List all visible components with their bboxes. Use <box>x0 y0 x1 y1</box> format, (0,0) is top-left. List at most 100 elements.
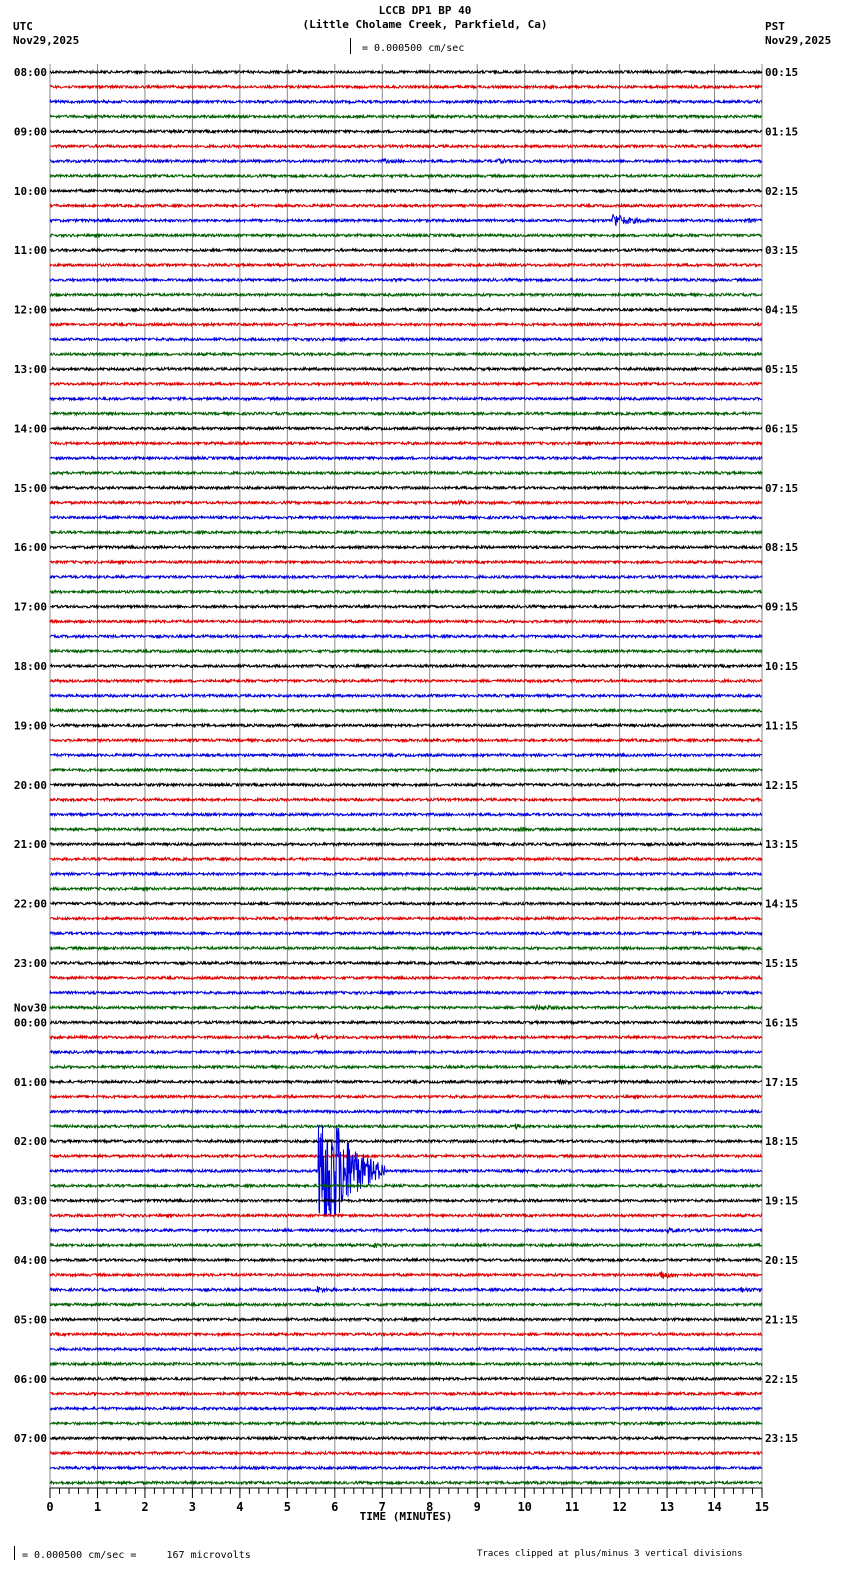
seismic-trace <box>49 1137 763 1145</box>
seismic-trace <box>49 1063 763 1071</box>
pst-hour-label: 01:15 <box>765 125 798 138</box>
seismic-trace <box>49 113 763 120</box>
pst-hour-label: 14:15 <box>765 898 798 911</box>
clip-note: Traces clipped at plus/minus 3 vertical … <box>477 1549 743 1559</box>
seismic-trace <box>49 1152 763 1160</box>
utc-hour-label: 19:00 <box>14 719 47 732</box>
seismic-trace <box>49 336 763 343</box>
seismic-trace <box>49 276 763 284</box>
seismic-trace <box>49 1449 763 1457</box>
seismic-trace <box>49 603 763 610</box>
seismic-trace <box>50 900 763 907</box>
seismic-trace <box>49 1435 763 1442</box>
pst-hour-label: 11:15 <box>765 719 798 732</box>
seismic-trace <box>49 425 763 432</box>
seismic-trace <box>49 1301 763 1308</box>
pst-hour-label: 16:15 <box>765 1016 798 1029</box>
seismic-trace <box>49 692 763 699</box>
footer-scale-bar-icon <box>14 1546 16 1560</box>
pst-hour-label: 04:15 <box>765 304 798 317</box>
seismic-trace <box>49 484 763 492</box>
seismic-trace <box>49 930 763 937</box>
utc-hour-label: 20:00 <box>14 779 47 792</box>
seismic-trace <box>49 261 763 269</box>
seismic-trace <box>49 647 763 655</box>
seismic-trace <box>49 737 763 744</box>
utc-hour-label: 17:00 <box>14 601 47 614</box>
pst-hour-label: 15:15 <box>765 957 798 970</box>
seismic-trace <box>49 573 763 581</box>
seismic-trace <box>49 944 763 952</box>
seismic-trace <box>49 618 763 625</box>
utc-hour-label: 16:00 <box>14 541 47 554</box>
seismic-trace <box>49 1078 763 1086</box>
seismic-trace <box>49 187 762 194</box>
seismic-trace <box>49 1241 763 1249</box>
seismic-trace <box>49 841 763 848</box>
seismic-trace <box>49 989 763 996</box>
seismic-trace <box>49 1256 763 1264</box>
seismic-trace <box>50 1405 763 1412</box>
seismic-trace <box>49 232 763 239</box>
pst-hour-label: 07:15 <box>765 482 798 495</box>
seismic-trace <box>49 350 763 358</box>
seismic-trace <box>49 915 763 922</box>
x-axis-label: TIME (MINUTES) <box>359 1510 453 1523</box>
utc-hour-label: 12:00 <box>14 304 47 317</box>
pst-hour-label: 00:15 <box>765 66 798 79</box>
seismic-trace <box>49 781 763 788</box>
seismic-trace <box>49 1226 763 1235</box>
seismic-trace <box>49 543 763 551</box>
seismic-trace <box>49 157 763 165</box>
seismic-trace <box>49 1032 763 1041</box>
utc-hour-label: 00:00 <box>14 1016 47 1029</box>
seismic-trace <box>49 885 763 892</box>
seismic-trace <box>49 974 763 982</box>
utc-hour-label: 21:00 <box>14 838 47 851</box>
seismic-trace <box>49 529 763 536</box>
utc-hour-label: 10:00 <box>14 185 47 198</box>
seismic-trace <box>49 83 762 90</box>
seismic-trace <box>49 98 763 105</box>
seismic-trace <box>49 1464 763 1472</box>
seismic-trace <box>49 1108 763 1115</box>
seismic-trace <box>49 1123 763 1130</box>
utc-hour-label: 13:00 <box>14 363 47 376</box>
utc-hour-label: 22:00 <box>14 898 47 911</box>
pst-hour-label: 20:15 <box>765 1254 798 1267</box>
pst-hour-label: 19:15 <box>765 1195 798 1208</box>
utc-hour-label: 23:00 <box>14 957 47 970</box>
pst-hour-label: 10:15 <box>765 660 798 673</box>
seismic-trace <box>49 1048 763 1056</box>
seismic-trace <box>50 870 763 878</box>
seismic-trace <box>49 514 763 521</box>
seismic-trace <box>49 766 763 774</box>
seismic-trace <box>49 1182 763 1189</box>
pst-hour-label: 03:15 <box>765 244 798 257</box>
pst-hour-label: 23:15 <box>765 1432 798 1445</box>
seismic-trace <box>49 1093 763 1100</box>
pst-hour-label: 05:15 <box>765 363 798 376</box>
seismic-trace <box>49 855 763 863</box>
seismic-trace <box>50 1390 763 1397</box>
pst-hour-label: 18:15 <box>765 1135 798 1148</box>
seismic-trace <box>49 722 763 729</box>
utc-hour-label: 11:00 <box>14 244 47 257</box>
seismic-trace <box>49 707 763 714</box>
utc-hour-label: 14:00 <box>14 422 47 435</box>
utc-hour-label: 08:00 <box>14 66 47 79</box>
seismic-trace <box>49 214 763 226</box>
seismic-trace <box>49 128 763 135</box>
seismic-trace <box>49 68 763 76</box>
seismic-trace <box>49 811 763 818</box>
seismic-trace <box>49 588 763 595</box>
seismic-trace <box>49 1420 763 1427</box>
seismic-trace <box>49 380 763 388</box>
seismic-trace <box>49 1345 763 1353</box>
seismic-trace <box>49 1286 763 1294</box>
seismic-trace <box>49 825 763 833</box>
seismic-trace <box>49 1316 763 1323</box>
seismic-trace <box>50 1375 763 1382</box>
seismic-trace <box>50 1019 763 1026</box>
seismic-trace <box>49 172 763 180</box>
